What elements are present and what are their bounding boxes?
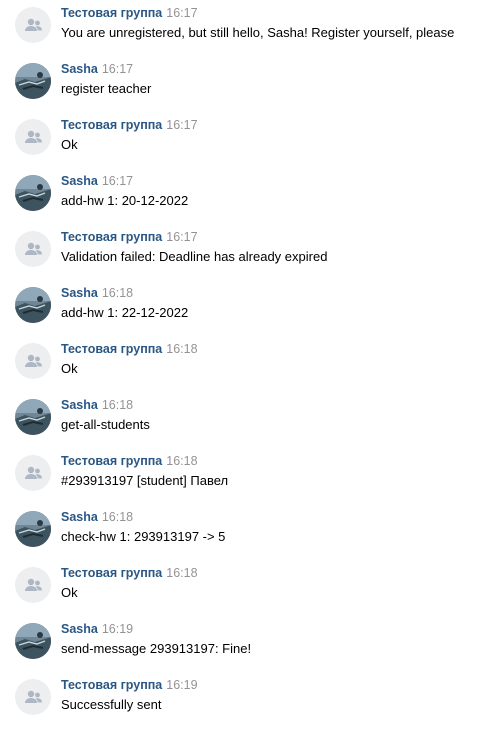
message-item: Sasha 16:18 get-all-students xyxy=(0,392,477,448)
message-time[interactable]: 16:19 xyxy=(166,678,197,692)
message-header: Тестовая группа 16:18 xyxy=(61,565,198,581)
author-name[interactable]: Тестовая группа xyxy=(61,6,162,20)
group-people-icon xyxy=(25,578,42,591)
message-time[interactable]: 16:17 xyxy=(166,118,197,132)
user-avatar[interactable] xyxy=(15,623,51,659)
author-name[interactable]: Тестовая группа xyxy=(61,230,162,244)
group-people-icon xyxy=(25,130,42,143)
user-photo-avatar xyxy=(15,63,51,99)
message-text: Ok xyxy=(61,137,78,152)
message-time[interactable]: 16:18 xyxy=(102,510,133,524)
author-name[interactable]: Тестовая группа xyxy=(61,454,162,468)
message-header: Тестовая группа 16:17 xyxy=(61,117,198,133)
author-name[interactable]: Sasha xyxy=(61,622,98,636)
message-header: Sasha 16:18 xyxy=(61,397,133,413)
group-avatar[interactable] xyxy=(15,455,51,491)
author-name[interactable]: Тестовая группа xyxy=(61,678,162,692)
group-people-icon xyxy=(25,466,42,479)
user-photo-avatar xyxy=(15,511,51,547)
group-people-icon xyxy=(25,690,42,703)
message-text: get-all-students xyxy=(61,417,150,432)
group-people-icon xyxy=(25,354,42,367)
user-avatar[interactable] xyxy=(15,287,51,323)
group-avatar[interactable] xyxy=(15,679,51,715)
group-avatar[interactable] xyxy=(15,567,51,603)
message-time[interactable]: 16:19 xyxy=(102,622,133,636)
user-photo-avatar xyxy=(15,623,51,659)
message-time[interactable]: 16:18 xyxy=(102,398,133,412)
author-name[interactable]: Sasha xyxy=(61,174,98,188)
group-avatar[interactable] xyxy=(15,231,51,267)
message-item: Sasha 16:19 send-message 293913197: Fine! xyxy=(0,616,477,672)
message-history: Тестовая группа 16:17 You are unregistere… xyxy=(0,0,477,736)
message-header: Тестовая группа 16:17 xyxy=(61,5,198,21)
message-header: Sasha 16:17 xyxy=(61,61,133,77)
author-name[interactable]: Тестовая группа xyxy=(61,118,162,132)
message-time[interactable]: 16:17 xyxy=(166,6,197,20)
user-photo-avatar xyxy=(15,287,51,323)
message-text: add-hw 1: 20-12-2022 xyxy=(61,193,189,208)
message-item: Тестовая группа 16:18 Ok xyxy=(0,336,477,392)
message-time[interactable]: 16:17 xyxy=(166,230,197,244)
message-text: register teacher xyxy=(61,81,152,96)
message-text: You are unregistered, but still hello, S… xyxy=(61,25,455,40)
author-name[interactable]: Sasha xyxy=(61,398,98,412)
message-header: Sasha 16:17 xyxy=(61,173,133,189)
message-header: Sasha 16:19 xyxy=(61,621,133,637)
message-text: Ok xyxy=(61,361,78,376)
message-header: Sasha 16:18 xyxy=(61,509,133,525)
message-header: Sasha 16:18 xyxy=(61,285,133,301)
message-header: Тестовая группа 16:19 xyxy=(61,677,198,693)
group-people-icon xyxy=(25,242,42,255)
message-time[interactable]: 16:18 xyxy=(166,342,197,356)
message-time[interactable]: 16:18 xyxy=(166,566,197,580)
message-time[interactable]: 16:18 xyxy=(166,454,197,468)
author-name[interactable]: Sasha xyxy=(61,510,98,524)
message-text: send-message 293913197: Fine! xyxy=(61,641,252,656)
author-name[interactable]: Sasha xyxy=(61,286,98,300)
message-text: #293913197 [student] Павел xyxy=(61,473,229,488)
message-item: Тестовая группа 16:19 Successfully sent xyxy=(0,672,477,728)
group-people-icon xyxy=(25,18,42,31)
message-item: Sasha 16:17 add-hw 1: 20-12-2022 xyxy=(0,168,477,224)
message-text: Ok xyxy=(61,585,78,600)
user-photo-avatar xyxy=(15,399,51,435)
message-text: add-hw 1: 22-12-2022 xyxy=(61,305,189,320)
message-item: Тестовая группа 16:17 Ok xyxy=(0,112,477,168)
message-item: Тестовая группа 16:17 Validation failed: … xyxy=(0,224,477,280)
group-avatar[interactable] xyxy=(15,119,51,155)
message-item: Тестовая группа 16:18 #293913197 [student… xyxy=(0,448,477,504)
user-avatar[interactable] xyxy=(15,63,51,99)
message-header: Тестовая группа 16:18 xyxy=(61,341,198,357)
message-item: Sasha 16:17 register teacher xyxy=(0,56,477,112)
user-photo-avatar xyxy=(15,175,51,211)
message-item: Sasha 16:18 add-hw 1: 22-12-2022 xyxy=(0,280,477,336)
user-avatar[interactable] xyxy=(15,399,51,435)
group-avatar[interactable] xyxy=(15,343,51,379)
message-time[interactable]: 16:18 xyxy=(102,286,133,300)
message-time[interactable]: 16:17 xyxy=(102,174,133,188)
group-avatar[interactable] xyxy=(15,7,51,43)
message-item: Тестовая группа 16:17 You are unregistere… xyxy=(0,0,477,56)
message-text: Successfully sent xyxy=(61,697,162,712)
author-name[interactable]: Sasha xyxy=(61,62,98,76)
message-header: Тестовая группа 16:17 xyxy=(61,229,198,245)
author-name[interactable]: Тестовая группа xyxy=(61,342,162,356)
author-name[interactable]: Тестовая группа xyxy=(61,566,162,580)
user-avatar[interactable] xyxy=(15,175,51,211)
message-text: check-hw 1: 293913197 -> 5 xyxy=(61,529,226,544)
message-item: Sasha 16:18 check-hw 1: 293913197 -> 5 xyxy=(0,504,477,560)
message-time[interactable]: 16:17 xyxy=(102,62,133,76)
user-avatar[interactable] xyxy=(15,511,51,547)
message-item: Тестовая группа 16:18 Ok xyxy=(0,560,477,616)
message-text: Validation failed: Deadline has already … xyxy=(61,249,328,264)
message-header: Тестовая группа 16:18 xyxy=(61,453,198,469)
